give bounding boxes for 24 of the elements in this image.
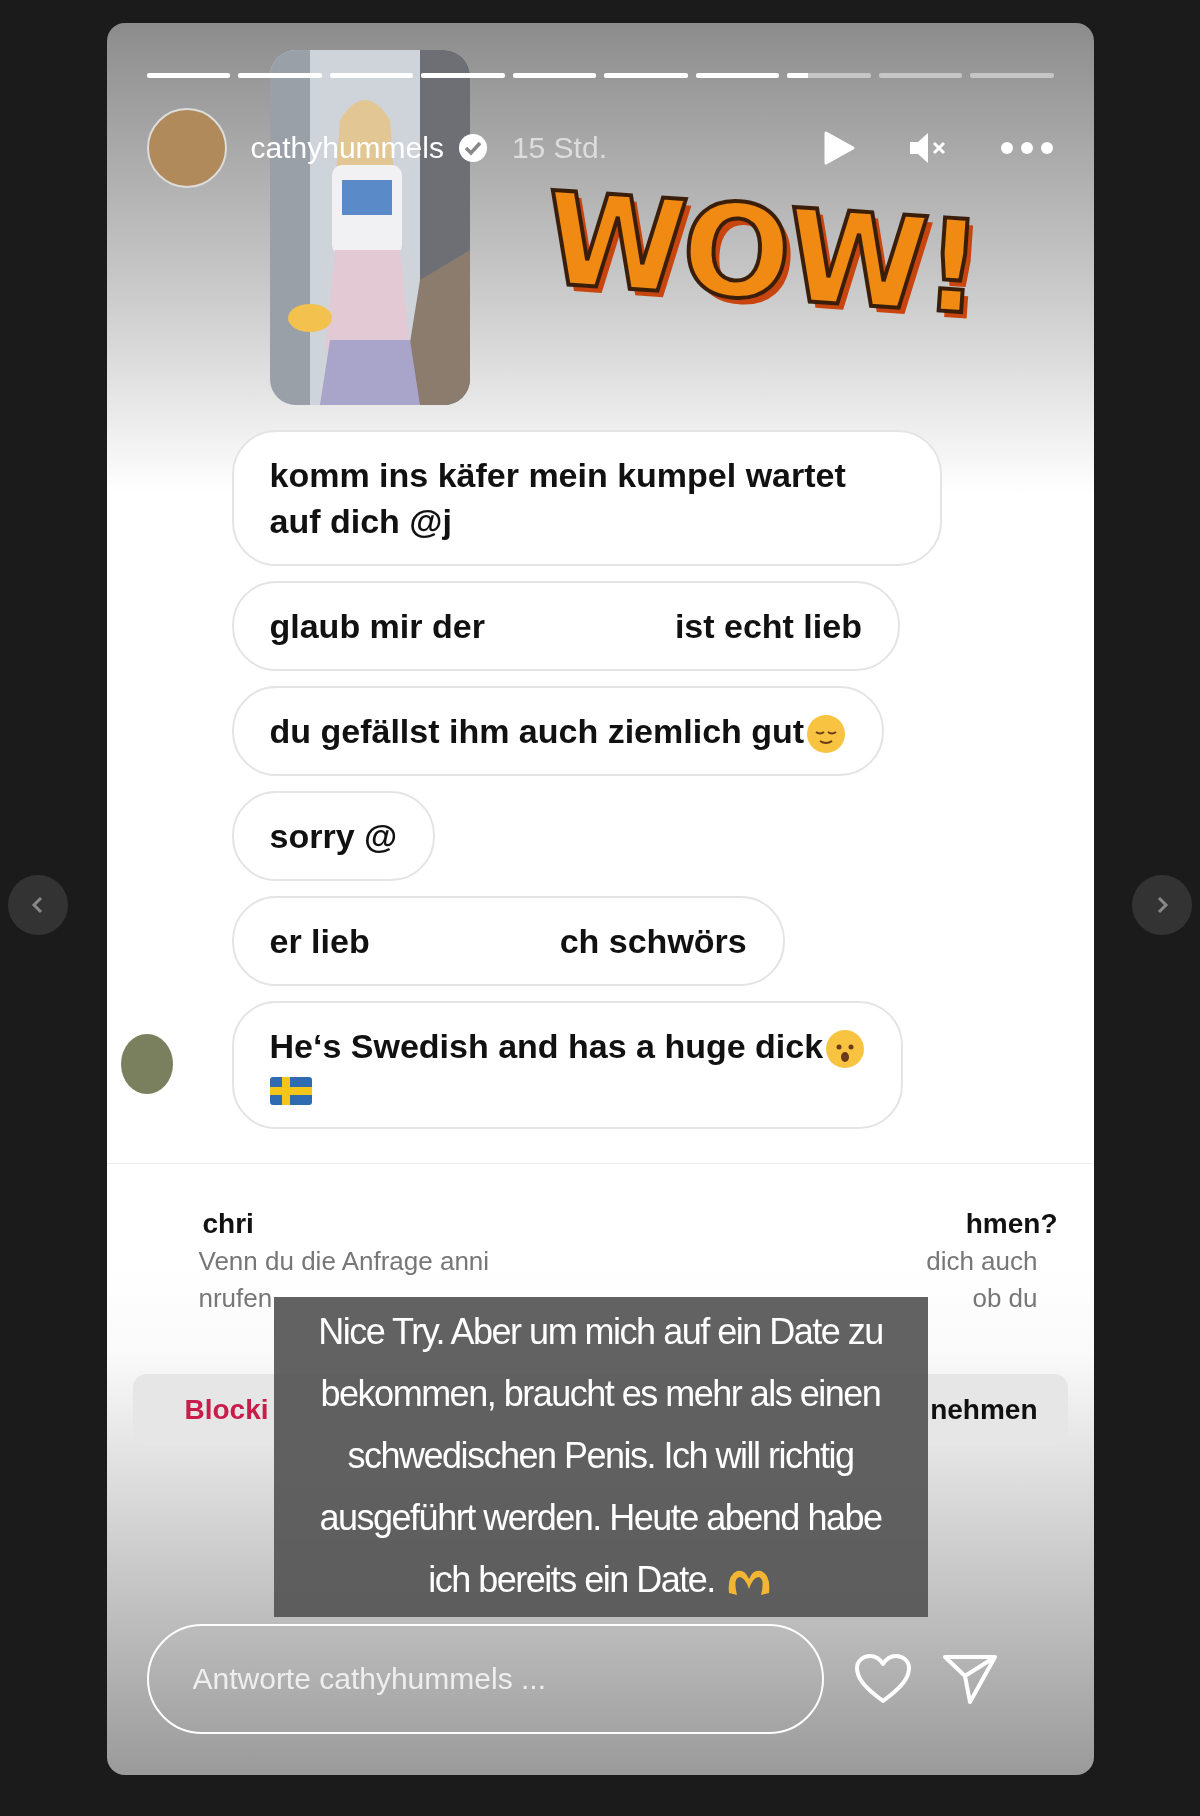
reply-field[interactable]: Antworte cathyhummels ...: [146, 1624, 824, 1734]
request-title: hmen?: [965, 1208, 1058, 1241]
message-text: sorry @: [269, 816, 398, 857]
request-text: dich auch: [926, 1246, 1038, 1278]
message-text: glaub mir der ist echt lieb: [269, 606, 862, 647]
wow-text: WOW!: [540, 175, 982, 333]
request-text: ob du: [972, 1283, 1038, 1315]
message-text: He‘s Swedish and has a huge dick: [269, 1023, 866, 1070]
flag-icon: [269, 1075, 312, 1108]
caption-text: Nice Try. Aber um mich auf ein Date zu bekommen, braucht es mehr als einen schwedischen Penis. Ich will richtig ausgeführt werden. Heute abend habe ich bereits ein Date.: [317, 1310, 884, 1602]
message-text: er lieb ch schwörs: [269, 921, 747, 962]
request-title: chri: [202, 1208, 254, 1241]
accept-button[interactable]: nehmen: [930, 1394, 1038, 1427]
send-icon[interactable]: [941, 1652, 998, 1706]
message-text: du gefällst ihm auch ziemlich gut: [269, 708, 847, 754]
mute-icon[interactable]: [907, 130, 948, 166]
more-icon[interactable]: [999, 141, 1054, 155]
worried-face-icon: [825, 1029, 866, 1070]
relieved-face-icon: [806, 714, 847, 754]
request-text: nrufen: [198, 1283, 273, 1315]
message-text: komm ins käfer mein kumpel wartet auf dich @j: [269, 455, 847, 542]
request-text: Venn du die Anfrage anni: [198, 1246, 490, 1278]
block-button[interactable]: Blocki: [184, 1394, 269, 1427]
heart-icon[interactable]: [853, 1653, 912, 1705]
